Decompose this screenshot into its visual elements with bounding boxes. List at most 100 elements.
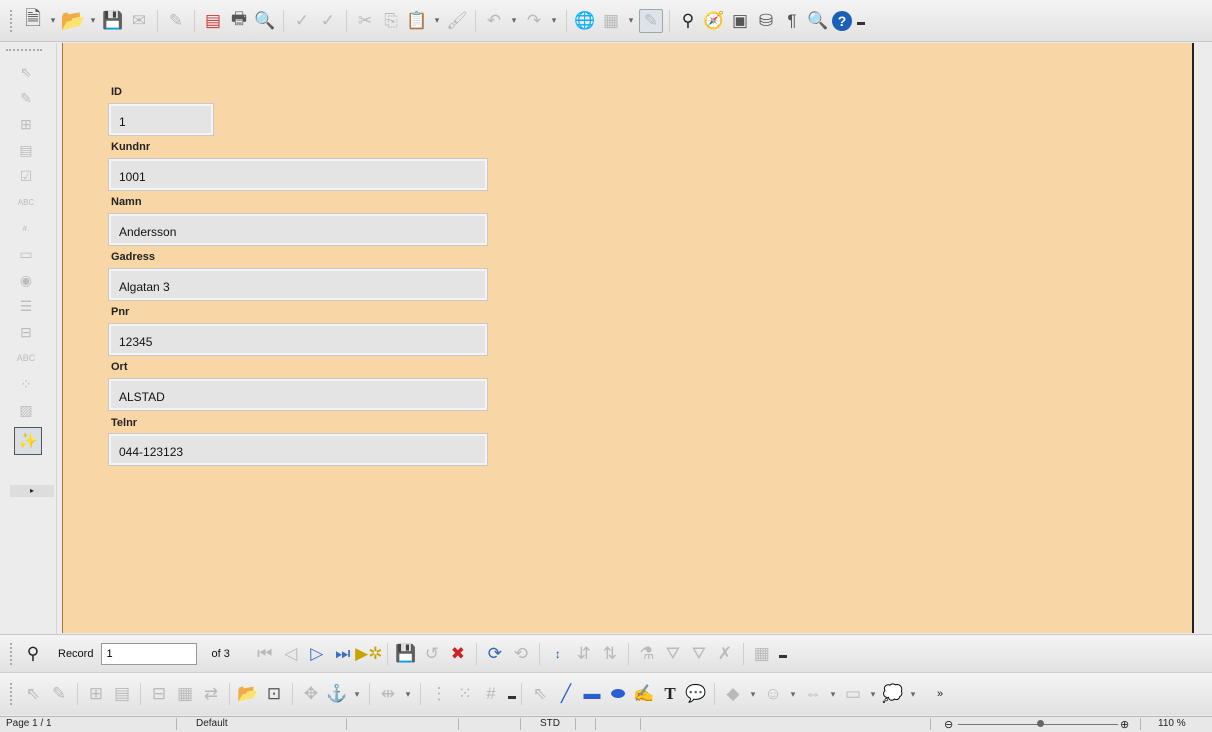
- page-style[interactable]: Default: [196, 718, 228, 729]
- anchor-dropdown-icon[interactable]: ▾: [351, 682, 363, 706]
- autofilter-icon[interactable]: ⚗: [635, 642, 659, 666]
- wizards-on-off-icon[interactable]: ✨: [14, 427, 42, 455]
- toolbar-chevron-icon[interactable]: »: [934, 682, 946, 706]
- list-box-icon[interactable]: ☰: [15, 295, 37, 317]
- paste-dropdown-icon[interactable]: ▾: [431, 9, 443, 33]
- select-icon[interactable]: ⇖: [15, 61, 37, 83]
- refresh-control-icon[interactable]: ⟲: [509, 642, 533, 666]
- more-arrow-icon[interactable]: ▸: [10, 485, 54, 497]
- automatic-control-focus-icon[interactable]: ⊡: [262, 682, 286, 706]
- control-properties-icon[interactable]: ⊞: [15, 113, 37, 135]
- edit-file-icon[interactable]: ✎: [164, 9, 188, 33]
- toolbar-overflow-icon[interactable]: [778, 649, 787, 658]
- cut-icon[interactable]: ✂: [353, 9, 377, 33]
- last-record-icon[interactable]: ⏭: [331, 642, 355, 666]
- label-field-icon[interactable]: ABC: [15, 347, 37, 369]
- field-id[interactable]: 1: [108, 103, 214, 136]
- autospellcheck-icon[interactable]: ✓: [316, 9, 340, 33]
- hyperlink-icon[interactable]: 🌐: [573, 9, 597, 33]
- copy-icon[interactable]: ⎘: [379, 9, 403, 33]
- print-icon[interactable]: 🖶: [227, 9, 251, 33]
- anchor-icon[interactable]: ⚓: [325, 682, 349, 706]
- form-design-icon[interactable]: ▨: [15, 399, 37, 421]
- undo-dropdown-icon[interactable]: ▾: [508, 9, 520, 33]
- combo-box-icon[interactable]: ⊟: [15, 321, 37, 343]
- toolbar-grip[interactable]: [6, 49, 42, 53]
- more-controls-icon[interactable]: ⁘: [15, 373, 37, 395]
- alignment-dropdown-icon[interactable]: ▾: [402, 682, 414, 706]
- new-dropdown-icon[interactable]: ▾: [47, 9, 59, 33]
- first-record-icon[interactable]: ⏮: [253, 642, 277, 666]
- navigator-icon[interactable]: 🧭: [702, 9, 726, 33]
- push-button-icon[interactable]: ▭: [15, 243, 37, 265]
- block-arrows-dropdown-icon[interactable]: ▾: [827, 682, 839, 706]
- display-grid-icon[interactable]: ⋮: [427, 682, 451, 706]
- show-draw-functions-icon[interactable]: ✎: [639, 8, 663, 33]
- select-icon[interactable]: ⇖: [21, 682, 45, 706]
- zoom-slider-knob[interactable]: [1037, 720, 1044, 727]
- field-ort[interactable]: ALSTAD: [108, 378, 488, 411]
- position-size-icon[interactable]: ✥: [299, 682, 323, 706]
- selection-mode[interactable]: STD: [540, 718, 560, 729]
- design-mode-icon[interactable]: ✎: [15, 87, 37, 109]
- field-namn[interactable]: Andersson: [108, 213, 488, 246]
- new-record-icon[interactable]: ▶✲: [355, 642, 382, 666]
- email-icon[interactable]: ✉: [127, 9, 151, 33]
- field-gadress[interactable]: Algatan 3: [108, 268, 488, 301]
- clone-formatting-icon[interactable]: 🖌: [445, 9, 469, 33]
- callout-shapes-dropdown-icon[interactable]: ▾: [907, 682, 919, 706]
- table-icon[interactable]: ▦: [599, 9, 623, 33]
- reset-filter-icon[interactable]: ✗: [713, 642, 737, 666]
- find-replace-icon[interactable]: ⚲: [676, 9, 700, 33]
- formatting-marks-icon[interactable]: ¶: [780, 9, 804, 33]
- print-preview-icon[interactable]: 🔍: [253, 9, 277, 33]
- formatted-field-icon[interactable]: #.: [15, 217, 37, 239]
- basic-shapes-dropdown-icon[interactable]: ▾: [747, 682, 759, 706]
- toolbar-grip[interactable]: [10, 642, 16, 665]
- zoom-level[interactable]: 110 %: [1158, 718, 1186, 729]
- block-arrows-icon[interactable]: ⇔: [801, 682, 825, 706]
- rectangle-icon[interactable]: ▬: [580, 682, 604, 706]
- redo-dropdown-icon[interactable]: ▾: [548, 9, 560, 33]
- flowchart-icon[interactable]: ▭: [841, 682, 865, 706]
- spellcheck-icon[interactable]: ✓: [290, 9, 314, 33]
- refresh-icon[interactable]: ⟳: [483, 642, 507, 666]
- next-record-icon[interactable]: ▷: [305, 642, 329, 666]
- zoom-icon[interactable]: 🔍: [806, 9, 830, 33]
- zoom-in-icon[interactable]: ⊕: [1120, 718, 1129, 731]
- data-source-as-table-icon[interactable]: ▦: [750, 642, 774, 666]
- toolbar-overflow-icon[interactable]: [857, 16, 865, 25]
- control-properties-icon[interactable]: ⊞: [84, 682, 108, 706]
- flowchart-dropdown-icon[interactable]: ▾: [867, 682, 879, 706]
- redo-icon[interactable]: ↷: [522, 9, 546, 33]
- field-pnr[interactable]: 12345: [108, 323, 488, 356]
- form-properties-icon[interactable]: ▤: [110, 682, 134, 706]
- symbol-shapes-dropdown-icon[interactable]: ▾: [787, 682, 799, 706]
- open-in-design-mode-icon[interactable]: 📂: [236, 682, 260, 706]
- checkbox-icon[interactable]: ☑: [15, 165, 37, 187]
- form-properties-icon[interactable]: ▤: [15, 139, 37, 161]
- new-document-icon[interactable]: 🗎: [21, 8, 45, 33]
- sort-icon[interactable]: ⇅: [598, 642, 622, 666]
- helplines-icon[interactable]: #: [479, 682, 503, 706]
- option-button-icon[interactable]: ◉: [15, 269, 37, 291]
- freeform-line-icon[interactable]: ✍: [632, 682, 656, 706]
- ellipse-icon[interactable]: ⬬: [606, 682, 630, 706]
- data-sources-icon[interactable]: ⛁: [754, 9, 778, 33]
- field-kundnr[interactable]: 1001: [108, 158, 488, 191]
- save-icon[interactable]: 💾: [101, 9, 125, 33]
- save-record-icon[interactable]: 💾: [394, 642, 418, 666]
- callout-shapes-icon[interactable]: 💭: [881, 682, 905, 706]
- sort-descending-icon[interactable]: ⇵: [572, 642, 596, 666]
- open-dropdown-icon[interactable]: ▾: [87, 9, 99, 33]
- line-icon[interactable]: ╱: [554, 682, 578, 706]
- sort-ascending-icon[interactable]: ↕: [546, 642, 570, 666]
- add-field-icon[interactable]: ▦: [173, 682, 197, 706]
- alignment-icon[interactable]: ⇹: [376, 682, 400, 706]
- text-icon[interactable]: T: [658, 682, 682, 706]
- record-number-input[interactable]: [101, 642, 198, 665]
- design-mode-icon[interactable]: ✎: [47, 682, 71, 706]
- toolbar-overflow-icon[interactable]: [508, 690, 516, 699]
- paste-icon[interactable]: 📋: [405, 9, 429, 33]
- export-pdf-icon[interactable]: ▤: [201, 9, 225, 33]
